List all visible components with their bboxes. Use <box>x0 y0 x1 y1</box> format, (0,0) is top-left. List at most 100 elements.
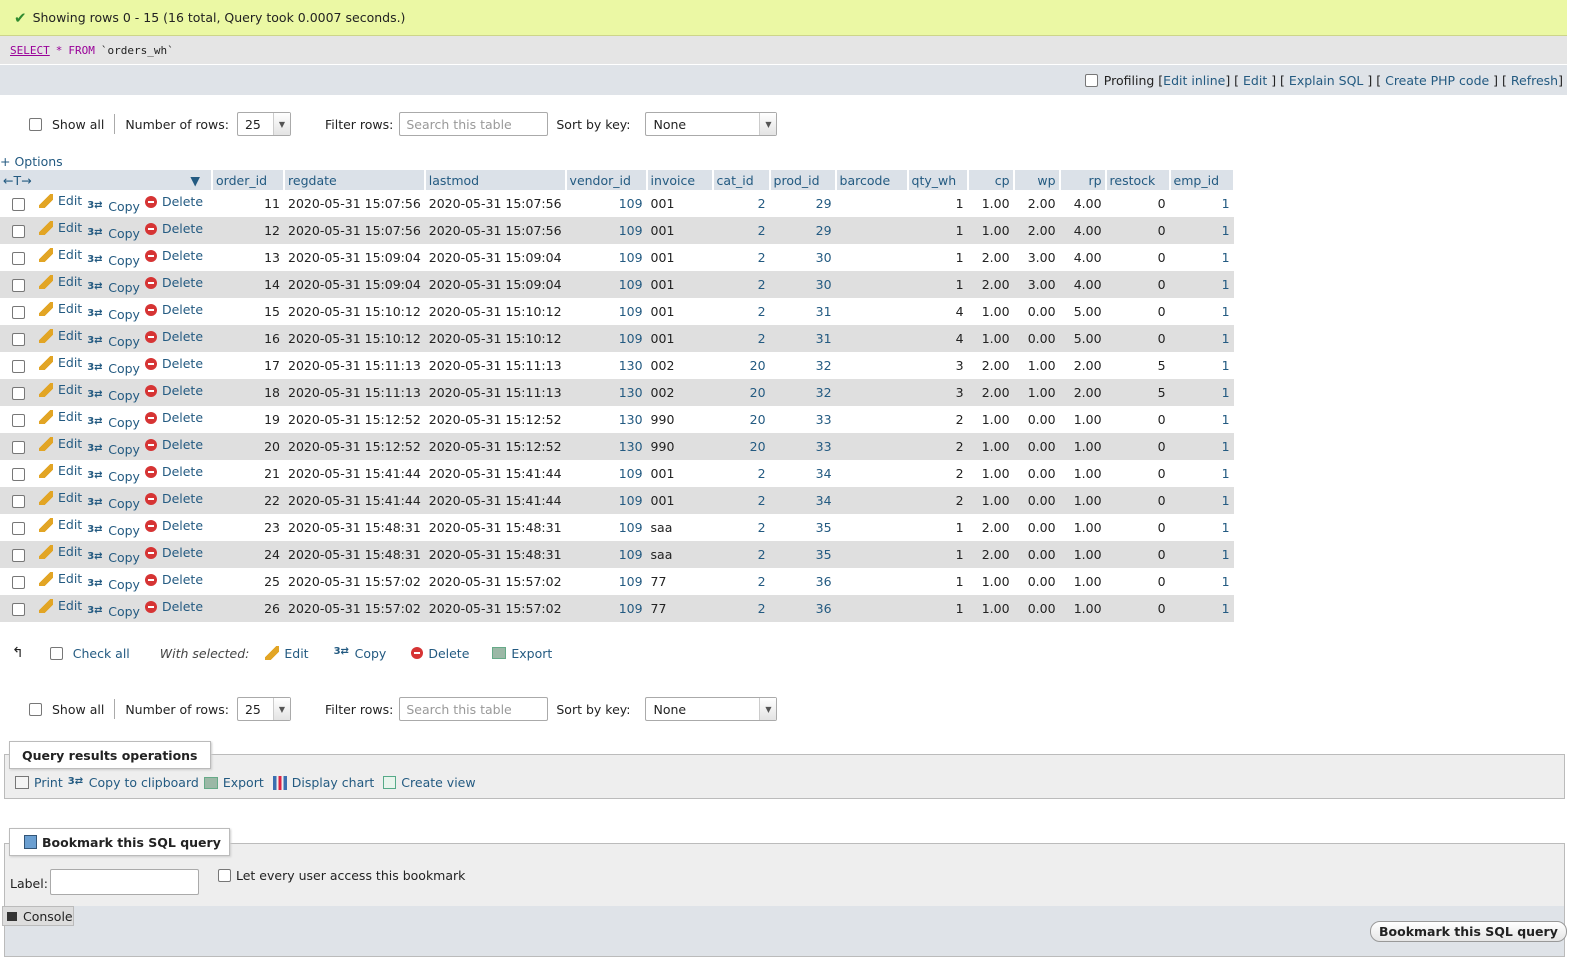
arrows-icon[interactable]: ←T→ <box>3 173 32 188</box>
bookmark-submit-button[interactable]: Bookmark this SQL query <box>1370 921 1567 942</box>
table-cell-cp[interactable]: 1.00 <box>967 190 1014 217</box>
row-checkbox[interactable] <box>12 575 25 589</box>
table-cell-vendor_id[interactable]: 109 <box>565 271 647 298</box>
table-cell-vendor_id[interactable]: 109 <box>565 568 647 595</box>
table-cell-qty_wh[interactable]: 2 <box>907 460 968 487</box>
delete-row-button[interactable]: Delete <box>144 329 203 344</box>
table-cell-invoice[interactable]: 77 <box>646 595 713 622</box>
table-cell-cp[interactable]: 1.00 <box>967 460 1014 487</box>
delete-row-button[interactable]: Delete <box>144 383 203 398</box>
table-cell-qty_wh[interactable]: 1 <box>907 541 968 568</box>
edit-row-button[interactable]: Edit <box>39 436 82 451</box>
table-cell-prod_id[interactable]: 35 <box>769 514 836 541</box>
table-cell-order_id[interactable]: 17 <box>212 352 285 379</box>
sql-query-box[interactable]: SELECT * FROM `orders_wh` <box>0 36 1567 64</box>
table-cell-lastmod[interactable]: 2020-05-31 15:09:04 <box>424 271 566 298</box>
table-cell-rp[interactable]: 1.00 <box>1059 406 1106 433</box>
table-cell-barcode[interactable] <box>835 595 908 622</box>
table-cell-order_id[interactable]: 26 <box>212 595 285 622</box>
table-cell-order_id[interactable]: 22 <box>212 487 285 514</box>
table-cell-cat_id[interactable]: 2 <box>712 568 770 595</box>
table-cell-order_id[interactable]: 11 <box>212 190 285 217</box>
delete-row-button[interactable]: Delete <box>144 356 203 371</box>
row-checkbox[interactable] <box>12 305 25 319</box>
column-header[interactable]: cp <box>967 170 1015 190</box>
table-cell-wp[interactable]: 3.00 <box>1013 271 1060 298</box>
edit-link[interactable]: Edit <box>1243 73 1267 88</box>
table-cell-rp[interactable]: 5.00 <box>1059 298 1106 325</box>
table-cell-qty_wh[interactable]: 3 <box>907 379 968 406</box>
row-checkbox[interactable] <box>12 521 25 535</box>
check-all-checkbox[interactable] <box>49 646 63 660</box>
row-checkbox[interactable] <box>12 494 25 508</box>
create-php-link[interactable]: Create PHP code <box>1385 73 1489 88</box>
table-cell-invoice[interactable]: saa <box>646 514 713 541</box>
table-cell-invoice[interactable]: 002 <box>646 379 713 406</box>
share-bookmark-checkbox[interactable] <box>218 869 231 882</box>
sort-select[interactable]: None ▼ <box>645 112 778 136</box>
column-header[interactable]: lastmod <box>424 170 567 190</box>
table-cell-rp[interactable]: 5.00 <box>1059 325 1106 352</box>
table-cell-restock[interactable]: 5 <box>1105 352 1170 379</box>
table-cell-restock[interactable]: 0 <box>1105 595 1170 622</box>
edit-row-button[interactable]: Edit <box>39 220 82 235</box>
table-cell-wp[interactable]: 0.00 <box>1013 541 1060 568</box>
table-cell-restock[interactable]: 0 <box>1105 568 1170 595</box>
table-row[interactable]: Edit 3⇄ Copy Delete 18 2020-05-31 15:11:13 202… <box>0 379 1234 406</box>
edit-row-button[interactable]: Edit <box>39 571 82 586</box>
table-cell-qty_wh[interactable]: 3 <box>907 352 968 379</box>
table-cell-cat_id[interactable]: 2 <box>712 190 770 217</box>
table-row[interactable]: Edit 3⇄ Copy Delete 26 2020-05-31 15:57:02 202… <box>0 595 1234 622</box>
table-cell-invoice[interactable]: 001 <box>646 244 713 271</box>
column-header[interactable]: prod_id <box>769 170 837 190</box>
delete-row-button[interactable]: Delete <box>144 221 203 236</box>
table-cell-wp[interactable]: 0.00 <box>1013 514 1060 541</box>
table-cell-emp_id[interactable]: 1 <box>1169 514 1234 541</box>
table-cell-cat_id[interactable]: 2 <box>712 271 770 298</box>
table-cell-qty_wh[interactable]: 1 <box>907 190 968 217</box>
copy-row-button[interactable]: 3⇄ Copy <box>87 361 140 376</box>
delete-row-button[interactable]: Delete <box>144 302 203 317</box>
table-cell-rp[interactable]: 1.00 <box>1059 541 1106 568</box>
table-cell-prod_id[interactable]: 32 <box>769 379 836 406</box>
table-cell-emp_id[interactable]: 1 <box>1169 379 1234 406</box>
table-cell-barcode[interactable] <box>835 568 908 595</box>
table-row[interactable]: Edit 3⇄ Copy Delete 25 2020-05-31 15:57:02 202… <box>0 568 1234 595</box>
table-cell-cat_id[interactable]: 2 <box>712 244 770 271</box>
table-cell-invoice[interactable]: 001 <box>646 271 713 298</box>
table-cell-vendor_id[interactable]: 109 <box>565 514 647 541</box>
table-cell-qty_wh[interactable]: 2 <box>907 433 968 460</box>
table-cell-regdate[interactable]: 2020-05-31 15:09:04 <box>284 244 425 271</box>
table-row[interactable]: Edit 3⇄ Copy Delete 13 2020-05-31 15:09:04 202… <box>0 244 1234 271</box>
table-cell-emp_id[interactable]: 1 <box>1169 460 1234 487</box>
row-checkbox[interactable] <box>12 467 25 481</box>
table-cell-vendor_id[interactable]: 109 <box>565 298 647 325</box>
table-cell-order_id[interactable]: 14 <box>212 271 285 298</box>
copy-row-button[interactable]: 3⇄ Copy <box>87 604 140 619</box>
table-cell-restock[interactable]: 0 <box>1105 460 1170 487</box>
table-cell-rp[interactable]: 1.00 <box>1059 487 1106 514</box>
table-cell-emp_id[interactable]: 1 <box>1169 244 1234 271</box>
display-chart-link[interactable]: Display chart <box>272 775 374 790</box>
table-cell-barcode[interactable] <box>835 325 908 352</box>
table-cell-barcode[interactable] <box>835 406 908 433</box>
table-cell-cat_id[interactable]: 2 <box>712 217 770 244</box>
table-cell-prod_id[interactable]: 32 <box>769 352 836 379</box>
copy-row-button[interactable]: 3⇄ Copy <box>87 577 140 592</box>
table-row[interactable]: Edit 3⇄ Copy Delete 19 2020-05-31 15:12:52 202… <box>0 406 1234 433</box>
table-cell-regdate[interactable]: 2020-05-31 15:07:56 <box>284 190 425 217</box>
row-checkbox[interactable] <box>12 197 25 211</box>
table-cell-qty_wh[interactable]: 2 <box>907 487 968 514</box>
table-cell-barcode[interactable] <box>835 514 908 541</box>
copy-row-button[interactable]: 3⇄ Copy <box>87 280 140 295</box>
edit-row-button[interactable]: Edit <box>39 301 82 316</box>
table-cell-cp[interactable]: 1.00 <box>967 433 1014 460</box>
table-cell-rp[interactable]: 1.00 <box>1059 460 1106 487</box>
table-cell-order_id[interactable]: 21 <box>212 460 285 487</box>
table-cell-invoice[interactable]: 001 <box>646 190 713 217</box>
table-cell-invoice[interactable]: 001 <box>646 460 713 487</box>
table-cell-order_id[interactable]: 25 <box>212 568 285 595</box>
table-cell-lastmod[interactable]: 2020-05-31 15:48:31 <box>424 514 566 541</box>
table-cell-cp[interactable]: 2.00 <box>967 379 1014 406</box>
table-cell-wp[interactable]: 0.00 <box>1013 568 1060 595</box>
